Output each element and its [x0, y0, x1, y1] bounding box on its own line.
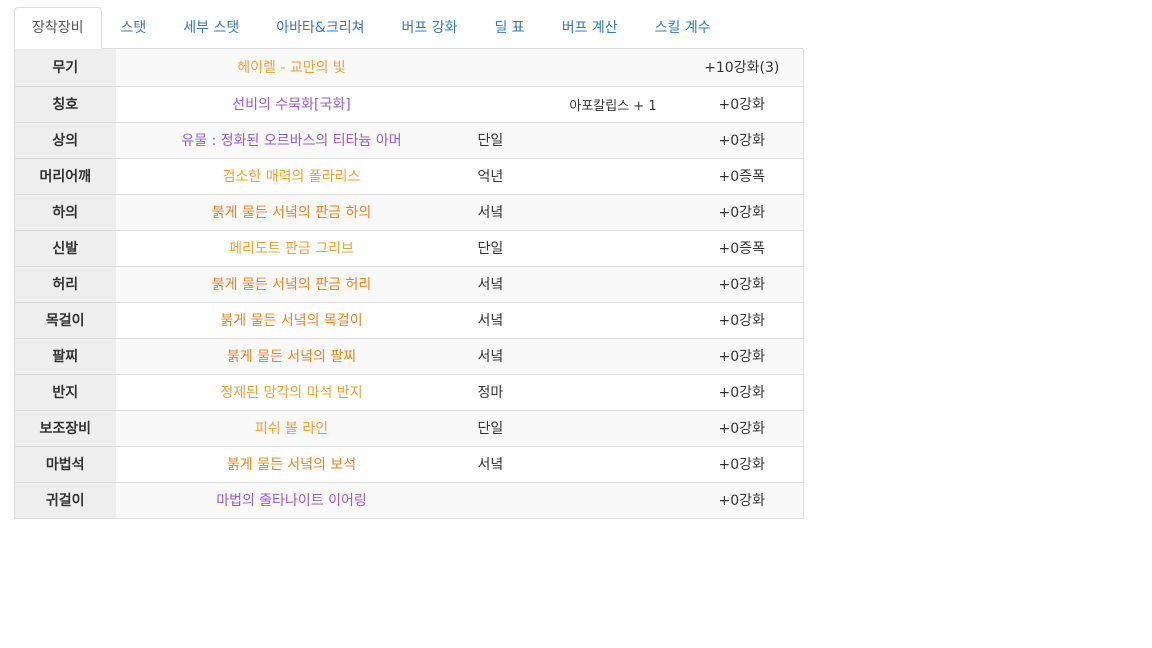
slot-label: 팔찌 — [14, 337, 116, 374]
enhance-level: +0강화 — [680, 409, 804, 446]
set-name: 정마 — [467, 373, 546, 410]
table-row: 귀걸이 마법의 줄타나이트 이어링 +0강화 — [14, 481, 804, 519]
slot-label: 칭호 — [14, 85, 116, 122]
enhance-level: +0증폭 — [680, 157, 804, 194]
enhance-level: +0강화 — [680, 301, 804, 338]
tab-avatar-creature[interactable]: 아바타&크리쳐 — [258, 7, 382, 48]
set-name: 억년 — [467, 157, 546, 194]
item-name[interactable]: 붉게 물든 서녘의 보석 — [115, 445, 468, 482]
set-name: 서녘 — [467, 265, 546, 302]
item-option — [545, 337, 681, 374]
table-row: 칭호 선비의 수묵화[국화] 아포칼립스 + 1 +0강화 — [14, 85, 804, 122]
set-name: 단일 — [467, 229, 546, 266]
set-name — [467, 481, 546, 519]
slot-label: 목걸이 — [14, 301, 116, 338]
table-row: 목걸이 붉게 물든 서녘의 목걸이 서녘 +0강화 — [14, 301, 804, 338]
item-option — [545, 157, 681, 194]
item-name[interactable]: 붉게 물든 서녘의 목걸이 — [115, 301, 468, 338]
set-name — [467, 49, 546, 86]
item-name[interactable]: 마법의 줄타나이트 이어링 — [115, 481, 468, 519]
tab-stats[interactable]: 스탯 — [103, 7, 165, 48]
slot-label: 상의 — [14, 121, 116, 158]
item-name[interactable]: 붉게 물든 서녘의 판금 하의 — [115, 193, 468, 230]
tab-damage-table[interactable]: 딜 표 — [476, 7, 542, 48]
enhance-level: +0강화 — [680, 265, 804, 302]
set-name: 서녘 — [467, 301, 546, 338]
item-option — [545, 193, 681, 230]
set-name: 서녘 — [467, 445, 546, 482]
enhance-level: +0증폭 — [680, 229, 804, 266]
slot-label: 귀걸이 — [14, 481, 116, 519]
table-row: 상의 유물 : 정화된 오르바스의 티타늄 아머 단일 +0강화 — [14, 121, 804, 158]
item-name[interactable]: 헤이렐 - 교만의 빛 — [115, 49, 468, 86]
item-option — [545, 481, 681, 519]
set-name: 서녘 — [467, 337, 546, 374]
item-option — [545, 229, 681, 266]
tab-equipment[interactable]: 장착장비 — [14, 7, 102, 49]
tab-detail-stats[interactable]: 세부 스탯 — [165, 7, 257, 48]
slot-label: 하의 — [14, 193, 116, 230]
tab-bar: 장착장비 스탯 세부 스탯 아바타&크리쳐 버프 강화 딜 표 버프 계산 스킬 계수 — [14, 7, 803, 49]
item-name[interactable]: 페리도트 판금 그리브 — [115, 229, 468, 266]
table-row: 보조장비 피쉬 볼 라인 단일 +0강화 — [14, 409, 804, 446]
enhance-level: +0강화 — [680, 85, 804, 122]
item-name[interactable]: 검소한 매력의 폴라리스 — [115, 157, 468, 194]
item-name[interactable]: 유물 : 정화된 오르바스의 티타늄 아머 — [115, 121, 468, 158]
table-row: 마법석 붉게 물든 서녘의 보석 서녘 +0강화 — [14, 445, 804, 482]
slot-label: 허리 — [14, 265, 116, 302]
item-option — [545, 121, 681, 158]
equipment-panel: 장착장비 스탯 세부 스탯 아바타&크리쳐 버프 강화 딜 표 버프 계산 스킬 계수 무기 헤… — [14, 7, 804, 519]
set-name: 서녘 — [467, 193, 546, 230]
enhance-level: +0강화 — [680, 193, 804, 230]
enhance-level: +0강화 — [680, 337, 804, 374]
set-name: 단일 — [467, 409, 546, 446]
item-name[interactable]: 선비의 수묵화[국화] — [115, 85, 468, 122]
slot-label: 머리어깨 — [14, 157, 116, 194]
table-row: 반지 정제된 망각의 마석 반지 정마 +0강화 — [14, 373, 804, 410]
slot-label: 신발 — [14, 229, 116, 266]
item-option — [545, 445, 681, 482]
table-row: 팔찌 붉게 물든 서녘의 팔찌 서녘 +0강화 — [14, 337, 804, 374]
enhance-level: +0강화 — [680, 481, 804, 519]
enhance-level: +10강화(3) — [680, 49, 804, 86]
set-name: 단일 — [467, 121, 546, 158]
enhance-level: +0강화 — [680, 121, 804, 158]
tab-skill-coefficient[interactable]: 스킬 계수 — [637, 7, 729, 48]
item-option — [545, 409, 681, 446]
table-row: 하의 붉게 물든 서녘의 판금 하의 서녘 +0강화 — [14, 193, 804, 230]
item-option — [545, 373, 681, 410]
enhance-level: +0강화 — [680, 445, 804, 482]
equipment-table: 무기 헤이렐 - 교만의 빛 +10강화(3) 칭호 선비의 수묵화[국화] 아포칼립스 … — [14, 49, 804, 519]
slot-label: 보조장비 — [14, 409, 116, 446]
table-row: 머리어깨 검소한 매력의 폴라리스 억년 +0증폭 — [14, 157, 804, 194]
item-name[interactable]: 붉게 물든 서녘의 판금 허리 — [115, 265, 468, 302]
item-option — [545, 49, 681, 86]
slot-label: 마법석 — [14, 445, 116, 482]
item-name[interactable]: 붉게 물든 서녘의 팔찌 — [115, 337, 468, 374]
table-row: 허리 붉게 물든 서녘의 판금 허리 서녘 +0강화 — [14, 265, 804, 302]
tab-buff-enhance[interactable]: 버프 강화 — [383, 7, 475, 48]
item-option — [545, 265, 681, 302]
enhance-level: +0강화 — [680, 373, 804, 410]
tab-buff-calc[interactable]: 버프 계산 — [544, 7, 636, 48]
item-option — [545, 301, 681, 338]
item-option: 아포칼립스 + 1 — [545, 85, 681, 122]
set-name — [467, 85, 546, 122]
slot-label: 무기 — [14, 49, 116, 86]
table-row: 신발 페리도트 판금 그리브 단일 +0증폭 — [14, 229, 804, 266]
slot-label: 반지 — [14, 373, 116, 410]
item-name[interactable]: 피쉬 볼 라인 — [115, 409, 468, 446]
table-row: 무기 헤이렐 - 교만의 빛 +10강화(3) — [14, 49, 804, 86]
item-name[interactable]: 정제된 망각의 마석 반지 — [115, 373, 468, 410]
